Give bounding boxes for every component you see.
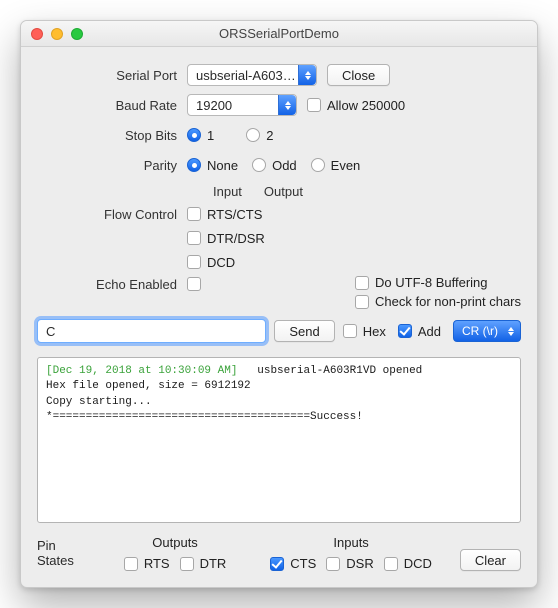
- nonprint-label: Check for non-print chars: [375, 294, 521, 309]
- serial-port-value: usbserial-A603…: [196, 68, 296, 83]
- updown-icon: [502, 321, 520, 341]
- stop-bits-1-radio[interactable]: 1: [187, 128, 214, 143]
- inputs-header: Inputs: [333, 535, 368, 550]
- echo-enabled-label: Echo Enabled: [37, 275, 187, 292]
- clear-button[interactable]: Clear: [460, 549, 521, 571]
- baud-rate-label: Baud Rate: [37, 98, 187, 113]
- radio-icon: [246, 128, 260, 142]
- updown-icon: [298, 65, 316, 85]
- checkbox-icon: [187, 255, 201, 269]
- dcd-label: DCD: [207, 255, 235, 270]
- dcd-checkbox[interactable]: DCD: [187, 255, 235, 270]
- window-controls: [21, 28, 83, 40]
- app-window: ORSSerialPortDemo Serial Port usbserial-…: [20, 20, 538, 588]
- rts-checkbox[interactable]: RTS: [124, 556, 170, 571]
- zoom-window-icon[interactable]: [71, 28, 83, 40]
- stop-bits-1-label: 1: [207, 128, 214, 143]
- clear-button-label: Clear: [475, 553, 506, 568]
- baud-rate-value: 19200: [196, 98, 232, 113]
- rts-label: RTS: [144, 556, 170, 571]
- dtr-label: DTR: [200, 556, 227, 571]
- log-line-4: *=======================================…: [46, 411, 363, 423]
- dtrdsr-label: DTR/DSR: [207, 231, 265, 246]
- parity-label: Parity: [37, 158, 187, 173]
- log-line-2: Hex file opened, size = 6912192: [46, 380, 251, 392]
- dcd-pin-checkbox[interactable]: DCD: [384, 556, 432, 571]
- utf8-buffering-label: Do UTF-8 Buffering: [375, 275, 487, 290]
- checkbox-icon: [124, 557, 138, 571]
- checkbox-icon: [326, 557, 340, 571]
- radio-icon: [187, 158, 201, 172]
- allow-250000-label: Allow 250000: [327, 98, 405, 113]
- cts-label: CTS: [290, 556, 316, 571]
- serial-port-label: Serial Port: [37, 68, 187, 83]
- updown-icon: [278, 95, 296, 115]
- checkbox-icon: [355, 276, 369, 290]
- checkbox-icon: [355, 295, 369, 309]
- checkbox-icon: [187, 231, 201, 245]
- dsr-checkbox[interactable]: DSR: [326, 556, 373, 571]
- dtr-checkbox[interactable]: DTR: [180, 556, 227, 571]
- parity-even-label: Even: [331, 158, 361, 173]
- close-port-button[interactable]: Close: [327, 64, 390, 86]
- parity-none-radio[interactable]: None: [187, 158, 238, 173]
- minimize-window-icon[interactable]: [51, 28, 63, 40]
- send-button-label: Send: [289, 324, 319, 339]
- radio-icon: [187, 128, 201, 142]
- radio-icon: [252, 158, 266, 172]
- parity-none-label: None: [207, 158, 238, 173]
- baud-rate-select[interactable]: 19200: [187, 94, 297, 116]
- allow-250000-checkbox[interactable]: Allow 250000: [307, 98, 405, 113]
- hex-label: Hex: [363, 324, 386, 339]
- send-input[interactable]: C: [37, 319, 266, 343]
- checkbox-icon: [398, 324, 412, 338]
- checkbox-icon: [307, 98, 321, 112]
- checkbox-icon: [180, 557, 194, 571]
- checkbox-icon: [187, 277, 201, 291]
- stop-bits-label: Stop Bits: [37, 128, 187, 143]
- content: Serial Port usbserial-A603… Close Baud R…: [21, 47, 537, 587]
- send-button[interactable]: Send: [274, 320, 334, 342]
- terminator-value: CR (\r): [462, 324, 498, 338]
- terminator-select[interactable]: CR (\r): [453, 320, 521, 342]
- rtscts-checkbox[interactable]: RTS/CTS: [187, 207, 262, 222]
- log-output: [Dec 19, 2018 at 10:30:09 AM] usbserial-…: [37, 357, 521, 523]
- rtscts-label: RTS/CTS: [207, 207, 262, 222]
- parity-even-radio[interactable]: Even: [311, 158, 361, 173]
- titlebar: ORSSerialPortDemo: [21, 21, 537, 47]
- close-window-icon[interactable]: [31, 28, 43, 40]
- dtrdsr-checkbox[interactable]: DTR/DSR: [187, 231, 265, 246]
- log-timestamp: [Dec 19, 2018 at 10:30:09 AM]: [46, 365, 237, 377]
- serial-port-select[interactable]: usbserial-A603…: [187, 64, 317, 86]
- hex-checkbox[interactable]: Hex: [343, 324, 386, 339]
- stop-bits-2-label: 2: [266, 128, 273, 143]
- checkbox-icon: [384, 557, 398, 571]
- dsr-label: DSR: [346, 556, 373, 571]
- checkbox-icon: [187, 207, 201, 221]
- parity-odd-radio[interactable]: Odd: [252, 158, 297, 173]
- add-label: Add: [418, 324, 441, 339]
- window-title: ORSSerialPortDemo: [21, 26, 537, 41]
- log-line-1: usbserial-A603R1VD opened: [237, 365, 422, 377]
- utf8-buffering-checkbox[interactable]: Do UTF-8 Buffering: [355, 275, 487, 290]
- dcd-pin-label: DCD: [404, 556, 432, 571]
- flow-control-label: Flow Control: [37, 207, 187, 222]
- echo-enabled-checkbox[interactable]: [187, 275, 201, 291]
- close-port-label: Close: [342, 68, 375, 83]
- pin-states-label: Pin States: [37, 538, 90, 568]
- parity-odd-label: Odd: [272, 158, 297, 173]
- output-header: Output: [264, 184, 303, 199]
- nonprint-checkbox[interactable]: Check for non-print chars: [355, 294, 521, 309]
- send-input-value: C: [46, 324, 55, 339]
- input-header: Input: [213, 184, 242, 199]
- add-terminator-checkbox[interactable]: Add: [398, 324, 441, 339]
- radio-icon: [311, 158, 325, 172]
- checkbox-icon: [270, 557, 284, 571]
- cts-checkbox[interactable]: CTS: [270, 556, 316, 571]
- outputs-header: Outputs: [152, 535, 198, 550]
- log-line-3: Copy starting...: [46, 396, 152, 408]
- checkbox-icon: [343, 324, 357, 338]
- stop-bits-2-radio[interactable]: 2: [246, 128, 273, 143]
